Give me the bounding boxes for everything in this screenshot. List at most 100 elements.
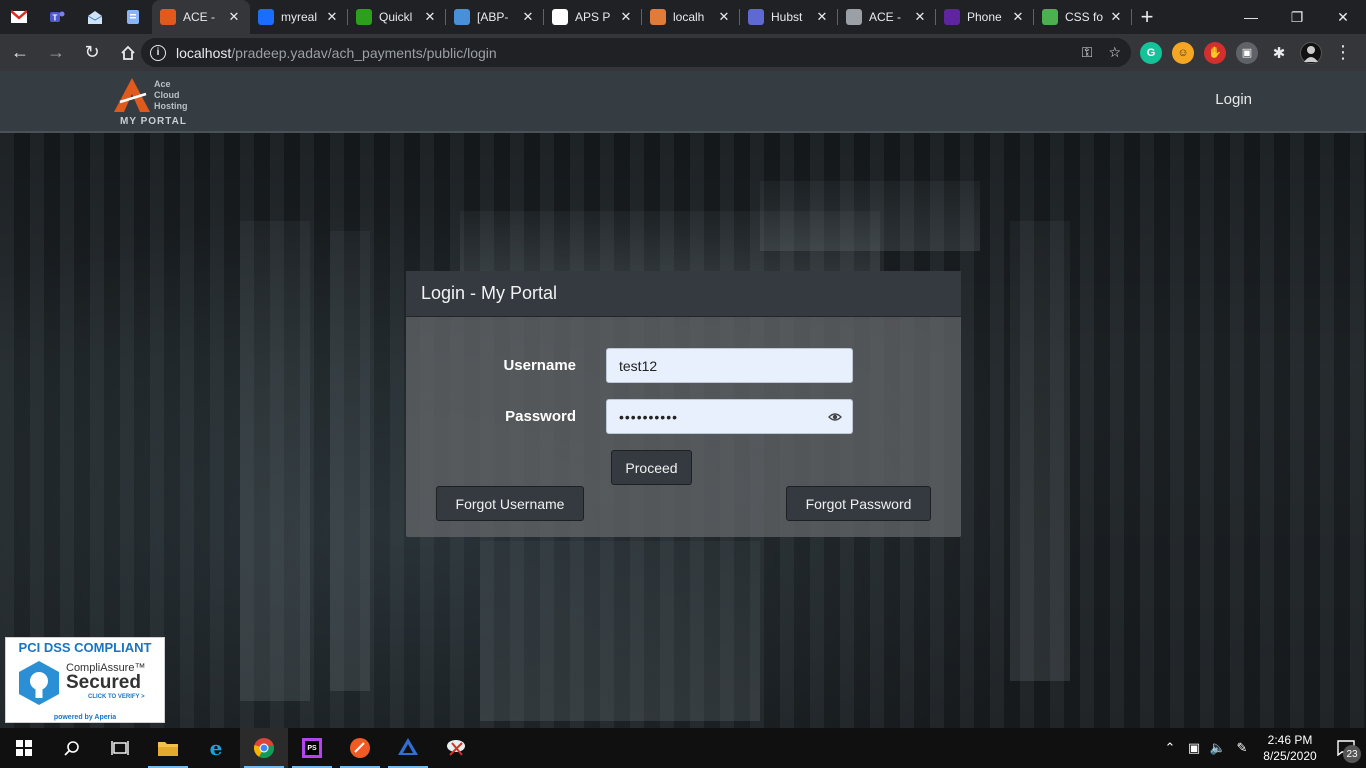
extension-window-icon[interactable]: ▣ bbox=[1236, 41, 1258, 64]
username-input[interactable]: test12 bbox=[606, 348, 853, 383]
home-button[interactable] bbox=[112, 37, 144, 69]
new-tab-button[interactable]: + bbox=[1132, 0, 1162, 34]
restore-button[interactable]: ❐ bbox=[1274, 0, 1320, 34]
site-info-icon[interactable]: i bbox=[150, 44, 166, 61]
extension-face-icon[interactable]: ☺ bbox=[1172, 41, 1194, 64]
ace-logo[interactable]: Ace Cloud Hosting MY PORTAL bbox=[112, 76, 202, 130]
start-button[interactable] bbox=[0, 728, 48, 768]
localhost-icon bbox=[650, 9, 666, 25]
proceed-button[interactable]: Proceed bbox=[611, 450, 692, 485]
close-window-button[interactable]: ✕ bbox=[1320, 0, 1366, 34]
browser-tab[interactable]: CSS fo ✕ bbox=[1034, 0, 1132, 34]
action-center-button[interactable]: 23 bbox=[1326, 728, 1366, 768]
chevron-up-icon[interactable]: ⌃ bbox=[1158, 740, 1182, 756]
adblock-icon[interactable]: ✋ bbox=[1204, 41, 1226, 64]
forgot-username-button[interactable]: Forgot Username bbox=[436, 486, 584, 521]
password-input[interactable]: •••••••••• bbox=[606, 399, 853, 434]
bitwarden-icon bbox=[258, 9, 274, 25]
logo-line: Ace bbox=[154, 79, 171, 89]
taskbar-snipping-tool[interactable] bbox=[432, 728, 480, 768]
taskbar-postman[interactable] bbox=[336, 728, 384, 768]
taskbar-file-explorer[interactable] bbox=[144, 728, 192, 768]
reload-button[interactable]: ↻ bbox=[76, 37, 108, 69]
browser-tab[interactable]: ACE - ✕ bbox=[152, 0, 250, 34]
browser-tab[interactable]: Quickl ✕ bbox=[348, 0, 446, 34]
nav-login-link[interactable]: Login bbox=[1215, 91, 1252, 108]
taskbar-hubstaff[interactable] bbox=[384, 728, 432, 768]
pinned-tab-docs[interactable] bbox=[114, 0, 152, 34]
profile-icon bbox=[1304, 45, 1318, 62]
browser-tab[interactable]: myreal ✕ bbox=[250, 0, 348, 34]
x-icon bbox=[454, 9, 470, 25]
logo-line: Hosting bbox=[154, 101, 188, 111]
logo-text: Ace Cloud Hosting bbox=[154, 79, 188, 112]
network-icon[interactable]: ▣ bbox=[1182, 740, 1206, 756]
ace-logo-icon bbox=[114, 78, 150, 112]
avatar[interactable] bbox=[1300, 41, 1322, 64]
clock[interactable]: 2:46 PM 8/25/2020 bbox=[1254, 732, 1326, 764]
close-tab-icon[interactable]: ✕ bbox=[226, 9, 242, 25]
close-tab-icon[interactable]: ✕ bbox=[814, 9, 830, 25]
browser-tab-title: APS P bbox=[575, 10, 611, 24]
close-tab-icon[interactable]: ✕ bbox=[1010, 9, 1026, 25]
forgot-password-button[interactable]: Forgot Password bbox=[786, 486, 931, 521]
browser-tab[interactable]: [ABP- ✕ bbox=[446, 0, 544, 34]
minimize-button[interactable]: — bbox=[1228, 0, 1274, 34]
login-card-title: Login - My Portal bbox=[406, 271, 961, 317]
pen-icon[interactable]: ✎ bbox=[1230, 740, 1254, 756]
browser-tab-title: localh bbox=[673, 10, 705, 24]
close-tab-icon[interactable]: ✕ bbox=[1108, 9, 1124, 25]
close-tab-icon[interactable]: ✕ bbox=[520, 9, 536, 25]
taskbar-chrome[interactable] bbox=[240, 728, 288, 768]
w3schools-icon bbox=[1042, 9, 1058, 25]
password-value: •••••••••• bbox=[619, 408, 679, 425]
taskbar-internet-explorer[interactable]: e bbox=[192, 728, 240, 768]
search-button[interactable] bbox=[48, 728, 96, 768]
windows-icon bbox=[16, 740, 32, 756]
pci-powered-by: powered by Aperia bbox=[53, 714, 117, 721]
browser-tab[interactable]: localh ✕ bbox=[642, 0, 740, 34]
star-icon[interactable]: ☆ bbox=[1108, 44, 1121, 61]
browser-tab[interactable]: ACE - ✕ bbox=[838, 0, 936, 34]
page-viewport: Ace Cloud Hosting MY PORTAL Login Login … bbox=[0, 71, 1366, 728]
address-url[interactable]: localhost/pradeep.yadav/ach_payments/pub… bbox=[176, 45, 497, 61]
close-tab-icon[interactable]: ✕ bbox=[324, 9, 340, 25]
grammarly-icon[interactable]: G bbox=[1140, 41, 1162, 64]
close-icon: ✕ bbox=[1337, 8, 1349, 25]
back-button[interactable]: ← bbox=[4, 37, 36, 69]
close-tab-icon[interactable]: ✕ bbox=[618, 9, 634, 25]
pci-compliance-badge[interactable]: PCI DSS COMPLIANT CompliAssure™ Secured … bbox=[5, 637, 165, 723]
browser-menu-button[interactable]: ⋮ bbox=[1334, 34, 1352, 71]
clock-date: 8/25/2020 bbox=[1263, 749, 1317, 763]
close-tab-icon[interactable]: ✕ bbox=[716, 9, 732, 25]
task-view-button[interactable] bbox=[96, 728, 144, 768]
browser-tab[interactable]: Phone ✕ bbox=[936, 0, 1034, 34]
password-label: Password bbox=[505, 408, 576, 425]
reload-icon: ↻ bbox=[84, 42, 100, 62]
phonepe-icon bbox=[944, 9, 960, 25]
pci-verify-link[interactable]: CLICK TO VERIFY > bbox=[88, 694, 145, 700]
browser-tab-title: myreal bbox=[281, 10, 318, 24]
pinned-tab-gmail[interactable] bbox=[0, 0, 38, 34]
logo-portal-text: MY PORTAL bbox=[120, 116, 187, 127]
browser-tab[interactable]: Hubst ✕ bbox=[740, 0, 838, 34]
volume-muted-icon[interactable]: 🔈 bbox=[1206, 740, 1230, 756]
more-vert-icon: ⋮ bbox=[1334, 42, 1352, 62]
address-bar[interactable]: i localhost/pradeep.yadav/ach_payments/p… bbox=[141, 38, 1131, 67]
docs-icon bbox=[127, 10, 139, 24]
browser-tab[interactable]: APS P ✕ bbox=[544, 0, 642, 34]
quickbooks-icon bbox=[356, 9, 372, 25]
puzzle-icon[interactable]: ✱ bbox=[1268, 42, 1290, 64]
taskbar-phpstorm[interactable]: PS bbox=[288, 728, 336, 768]
pinned-tab-teams[interactable]: T bbox=[38, 0, 76, 34]
phpstorm-icon: PS bbox=[302, 738, 322, 758]
close-tab-icon[interactable]: ✕ bbox=[912, 9, 928, 25]
key-icon[interactable]: ⚿ bbox=[1082, 44, 1093, 61]
forward-button[interactable]: → bbox=[40, 37, 72, 69]
browser-tab-title: Hubst bbox=[771, 10, 803, 24]
pinned-tab-mail[interactable] bbox=[76, 0, 114, 34]
plus-icon: + bbox=[1140, 4, 1154, 29]
windows-taskbar: e PS ⌃ ▣ 🔈 ✎ 2:46 PM 8/25/2020 23 bbox=[0, 728, 1366, 768]
close-tab-icon[interactable]: ✕ bbox=[422, 9, 438, 25]
eye-icon[interactable] bbox=[828, 410, 842, 424]
